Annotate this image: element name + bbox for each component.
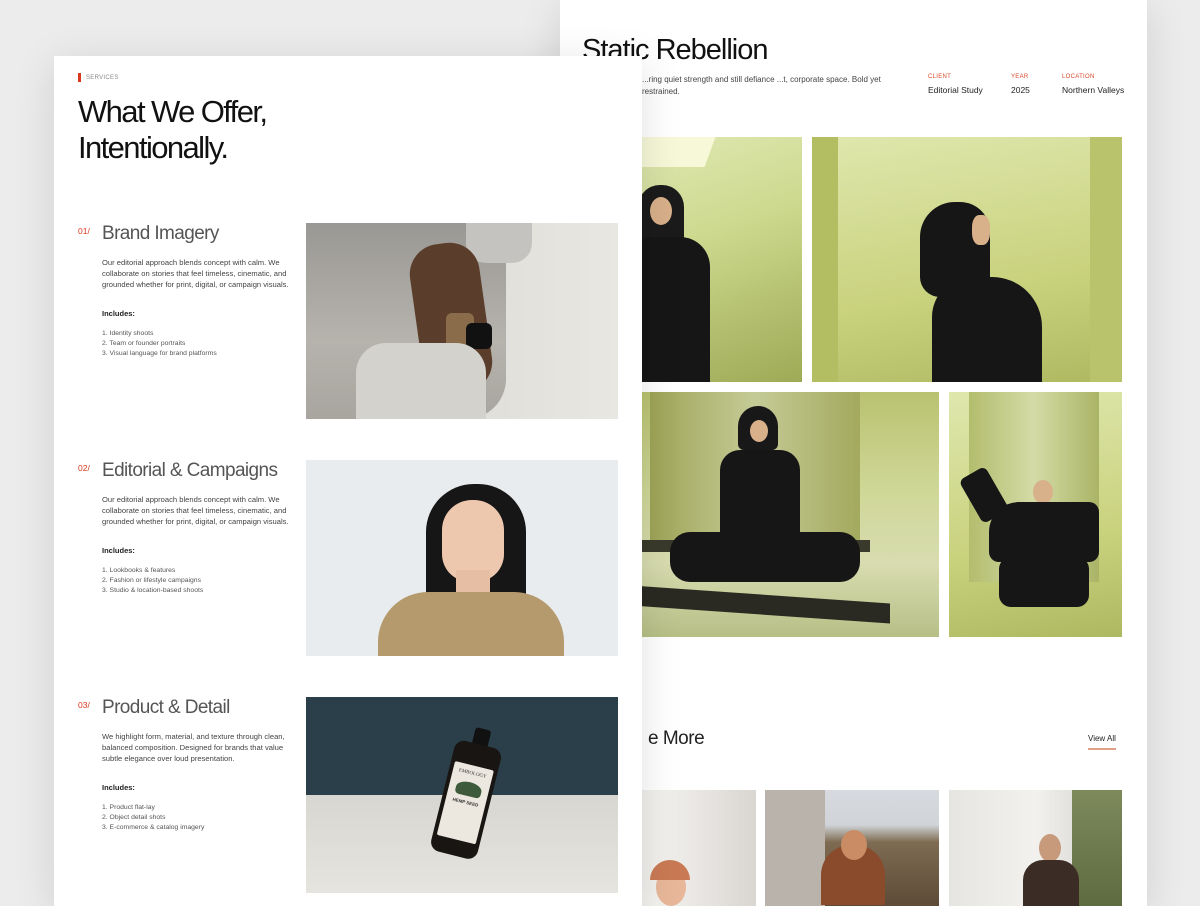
more-project-photo-3[interactable] — [949, 790, 1122, 906]
list-item: 2. Team or founder portraits — [102, 340, 186, 347]
service-title: Editorial & Campaigns — [102, 460, 278, 481]
meta-label: LOCATION — [1062, 74, 1095, 80]
service-description: We highlight form, material, and texture… — [102, 732, 285, 763]
service-photo[interactable] — [306, 223, 618, 419]
service-photo[interactable]: EMBOLOGY HEMP SEED — [306, 697, 618, 893]
includes-list: 1. Product flat-lay 2. Object detail sho… — [102, 803, 204, 833]
meta-value: Northern Valleys — [1062, 85, 1125, 95]
includes-label: Includes: — [102, 546, 135, 555]
list-item: 1. Lookbooks & features — [102, 567, 176, 574]
service-brand-imagery: 01/ Brand Imagery Our editorial approach… — [54, 223, 642, 419]
project-page: Static Rebellion ...ring quiet strength … — [560, 0, 1147, 906]
list-item: 3. Visual language for brand platforms — [102, 350, 217, 357]
services-page: SERVICES What We Offer, Intentionally. 0… — [54, 56, 642, 906]
service-description: Our editorial approach blends concept wi… — [102, 258, 289, 289]
view-all-link[interactable]: View All — [1088, 734, 1116, 750]
see-more-heading: e More — [648, 728, 705, 749]
list-item: 1. Identity shoots — [102, 330, 154, 337]
headline-line-1: What We Offer, — [78, 94, 268, 129]
includes-label: Includes: — [102, 309, 135, 318]
service-photo[interactable] — [306, 460, 618, 656]
list-item: 2. Fashion or lifestyle campaigns — [102, 577, 201, 584]
headline-line-2: Intentionally. — [78, 130, 229, 165]
meta-year: YEAR 2025 — [1011, 74, 1030, 95]
includes-list: 1. Lookbooks & features 2. Fashion or li… — [102, 566, 203, 596]
meta-value: Editorial Study — [928, 85, 983, 95]
service-description: Our editorial approach blends concept wi… — [102, 495, 289, 526]
leaf-icon — [454, 779, 484, 800]
service-number: 02/ — [78, 463, 90, 473]
includes-list: 1. Identity shoots 2. Team or founder po… — [102, 329, 217, 359]
service-editorial-campaigns: 02/ Editorial & Campaigns Our editorial … — [54, 460, 642, 656]
list-item: 3. E-commerce & catalog imagery — [102, 824, 205, 831]
service-title: Product & Detail — [102, 697, 230, 718]
list-item: 3. Studio & location-based shoots — [102, 587, 204, 594]
breadcrumb: SERVICES — [78, 73, 119, 82]
meta-label: CLIENT — [928, 74, 952, 80]
page-headline: What We Offer, Intentionally. — [78, 94, 268, 166]
gallery-photo-2[interactable] — [812, 137, 1122, 382]
breadcrumb-marker — [78, 73, 81, 82]
product-brand-label: EMBOLOGY — [458, 768, 487, 780]
service-title: Brand Imagery — [102, 223, 219, 244]
more-project-photo-2[interactable] — [765, 790, 939, 906]
list-item: 2. Object detail shots — [102, 814, 166, 821]
service-number: 03/ — [78, 700, 90, 710]
service-number: 01/ — [78, 226, 90, 236]
breadcrumb-label: SERVICES — [86, 74, 119, 81]
meta-value: 2025 — [1011, 85, 1030, 95]
meta-client: CLIENT Editorial Study — [928, 74, 983, 95]
meta-label: YEAR — [1011, 74, 1029, 80]
gallery-photo-4[interactable] — [949, 392, 1122, 637]
list-item: 1. Product flat-lay — [102, 804, 155, 811]
service-product-detail: 03/ Product & Detail We highlight form, … — [54, 697, 642, 893]
project-description: ...ring quiet strength and still defianc… — [642, 75, 881, 96]
meta-location: LOCATION Northern Valleys — [1062, 74, 1124, 95]
includes-label: Includes: — [102, 783, 135, 792]
